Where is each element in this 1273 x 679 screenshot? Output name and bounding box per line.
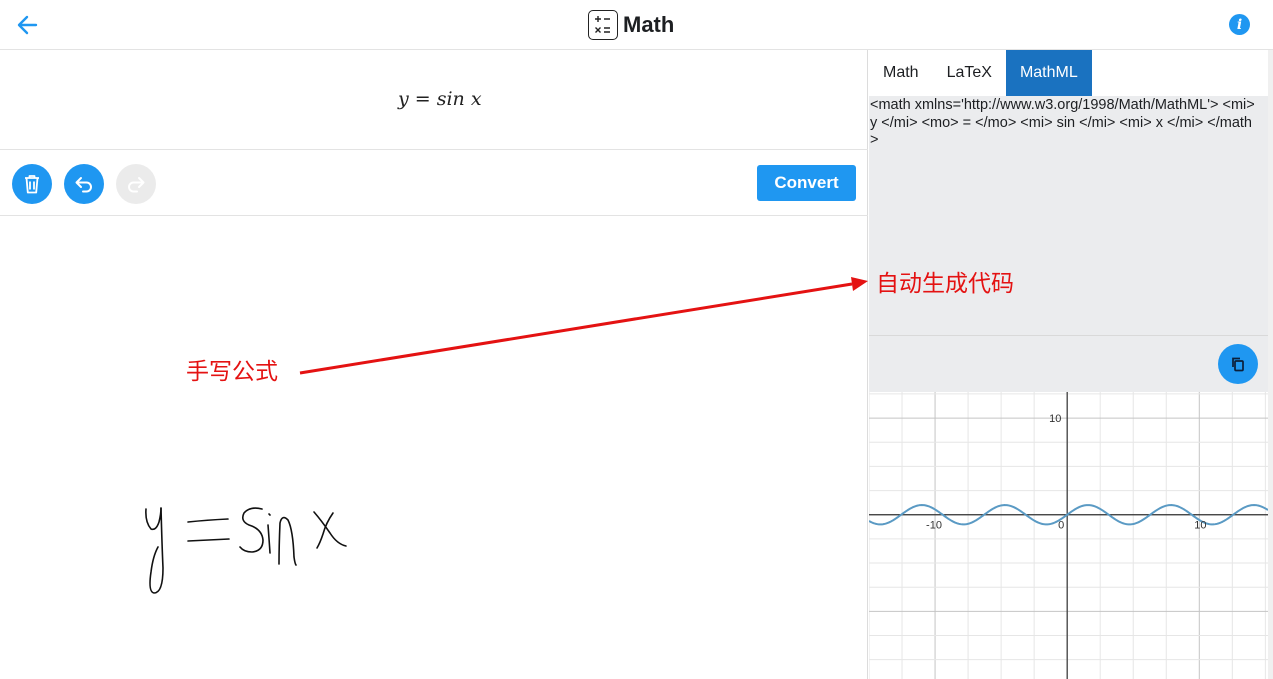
arrow-left-icon <box>17 15 38 35</box>
editor-pane: y = sin x Convert <box>0 50 868 679</box>
calculator-icon <box>588 10 618 40</box>
copy-button[interactable] <box>1218 344 1258 384</box>
autocode-annotation: 自动生成代码 <box>876 271 1014 297</box>
x-tick-label: 0 <box>1058 520 1064 532</box>
output-tabs: Math LaTeX MathML <box>869 50 1268 96</box>
function-plot[interactable]: 10 -10 0 10 <box>868 392 1269 679</box>
tab-math[interactable]: Math <box>869 50 933 96</box>
handwriting-annotation: 手写公式 <box>186 359 278 385</box>
plot-svg: 10 -10 0 10 <box>868 392 1269 679</box>
info-icon: i <box>1236 16 1243 33</box>
mathml-code: <math xmlns='http://www.w3.org/1998/Math… <box>870 97 1255 148</box>
tab-latex[interactable]: LaTeX <box>933 50 1006 96</box>
code-output: <math xmlns='http://www.w3.org/1998/Math… <box>869 96 1268 336</box>
copy-bar <box>869 336 1268 392</box>
redo-icon <box>128 177 145 193</box>
app-header: Math i <box>0 0 1273 50</box>
convert-button[interactable]: Convert <box>757 165 856 201</box>
clear-button[interactable] <box>12 164 52 204</box>
scrollbar[interactable] <box>1268 50 1273 679</box>
x-tick-label: -10 <box>926 520 942 532</box>
output-pane: Math LaTeX MathML <math xmlns='http://ww… <box>868 50 1269 679</box>
result-formula: y = sin x <box>398 88 482 110</box>
editor-toolbar: Convert <box>0 151 868 216</box>
trash-icon <box>25 175 39 194</box>
handwritten-formula <box>145 507 347 594</box>
back-button[interactable] <box>14 12 42 38</box>
x-tick-label: 10 <box>1194 520 1206 532</box>
redo-button[interactable] <box>116 164 156 204</box>
page-title: Math <box>623 12 675 37</box>
handwriting-canvas[interactable] <box>0 216 868 679</box>
title-wrap: Math <box>588 9 674 41</box>
result-area: y = sin x <box>0 50 868 150</box>
undo-icon <box>75 177 92 193</box>
y-tick-label: 10 <box>1049 413 1061 425</box>
copy-icon <box>1232 357 1244 372</box>
tab-mathml[interactable]: MathML <box>1005 50 1092 96</box>
info-button[interactable]: i <box>1229 14 1250 35</box>
undo-button[interactable] <box>64 164 104 204</box>
